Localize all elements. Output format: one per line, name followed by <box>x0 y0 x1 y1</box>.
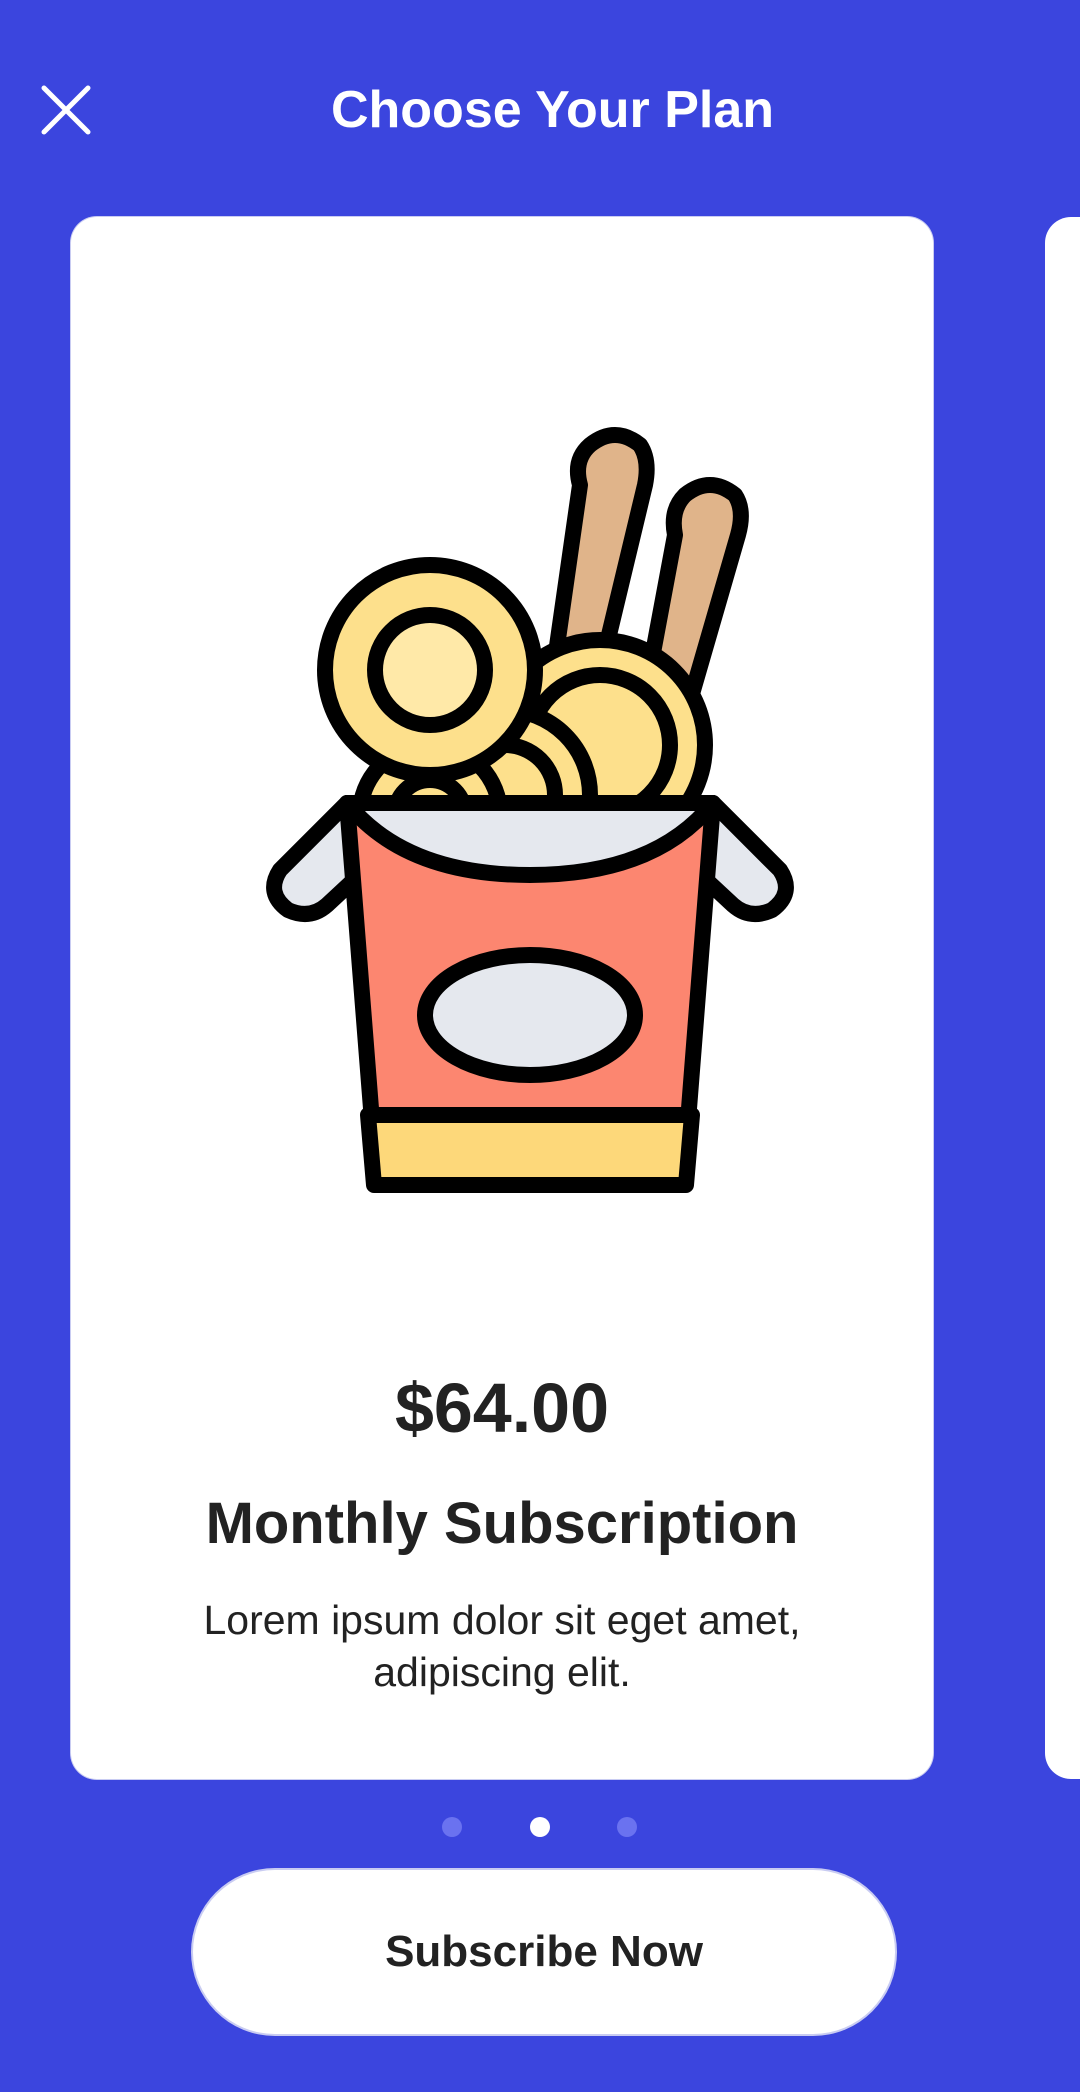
page-dot-1[interactable] <box>442 1817 462 1837</box>
next-plan-card[interactable] <box>1045 217 1080 1779</box>
plan-price: $64.00 <box>394 1369 610 1447</box>
noodle-box-icon <box>255 425 805 1195</box>
page-indicator <box>0 1815 1080 1839</box>
plan-name: Monthly Subscription <box>205 1491 799 1556</box>
page-dot-2-active[interactable] <box>530 1817 550 1837</box>
page-dot-3[interactable] <box>617 1817 637 1837</box>
plan-description: Lorem ipsum dolor sit eget amet, adipisc… <box>203 1597 801 1695</box>
subscribe-button[interactable]: Subscribe Now <box>193 1870 895 2034</box>
page-title: Choose Your Plan <box>330 81 775 139</box>
header: Choose Your Plan <box>0 0 1080 220</box>
